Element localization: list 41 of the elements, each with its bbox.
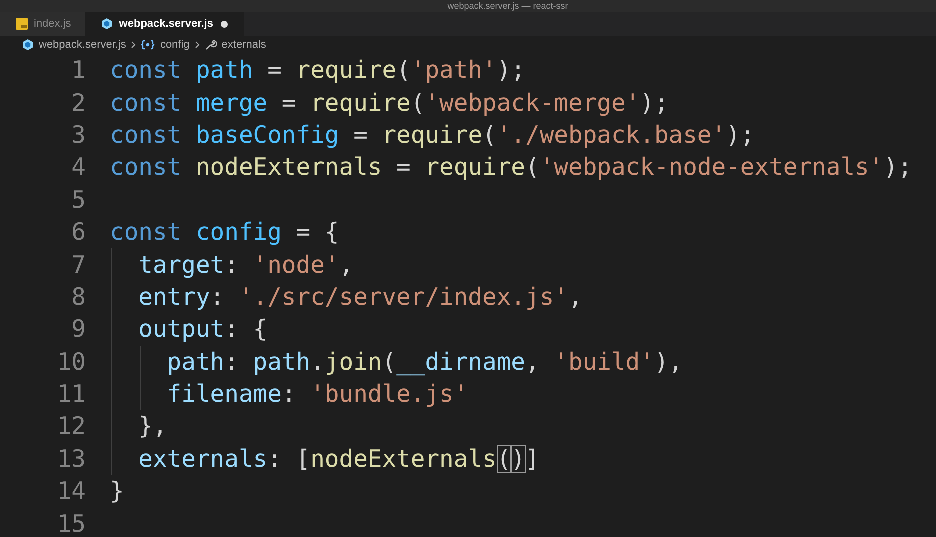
line-number: 13 — [56, 444, 86, 473]
code-line: output: { — [138, 315, 268, 344]
line-number: 8 — [70, 282, 86, 311]
code-line: }, — [138, 412, 168, 440]
code-line: externals: [nodeExternals()] — [138, 444, 540, 473]
code-line: target: 'node', — [138, 250, 354, 279]
chevron-right-icon — [131, 41, 136, 49]
line-number: 6 — [70, 218, 86, 246]
window-title: webpack.server.js — react-ssr — [448, 1, 568, 11]
line-number: 9 — [70, 315, 86, 344]
line-number: 1 — [70, 56, 86, 84]
cube-icon — [101, 18, 114, 30]
chevron-right-icon — [194, 41, 200, 49]
code-line: path: path.join(__dirname, 'build'), — [166, 348, 684, 376]
line-number: 10 — [56, 348, 86, 376]
editor-tab[interactable]: webpack.server.js — [85, 12, 244, 36]
code-line: const path = require('path'); — [110, 56, 526, 84]
line-number: 15 — [56, 510, 86, 537]
breadcrumb-item[interactable]: config — [160, 39, 190, 51]
code-line: const baseConfig = require('./webpack.base'); — [110, 120, 755, 149]
line-number: 12 — [56, 412, 86, 440]
code-line: const config = { — [110, 218, 340, 246]
code-line: entry: './src/server/index.js', — [138, 282, 583, 311]
line-number: 5 — [70, 186, 86, 214]
line-number: 14 — [56, 477, 86, 506]
line-number: 2 — [70, 88, 86, 117]
line-number: 4 — [70, 153, 86, 182]
breadcrumb-item[interactable]: webpack.server.js — [39, 39, 126, 51]
braces-icon — [141, 40, 156, 50]
code-line: const nodeExternals = require('webpack-node-externals'); — [110, 153, 912, 182]
cube-icon — [22, 39, 34, 51]
line-number: 11 — [56, 380, 86, 408]
code-line: filename: 'bundle.js' — [166, 380, 468, 408]
js-file-icon — [16, 18, 28, 30]
breadcrumb-item[interactable]: externals — [222, 39, 266, 51]
wrench-icon — [204, 39, 217, 51]
editor-tab[interactable]: index.js — [0, 12, 86, 36]
code-line: } — [110, 477, 124, 506]
line-number: 3 — [70, 120, 86, 149]
line-number: 7 — [70, 250, 86, 279]
code-line: const merge = require('webpack-merge'); — [110, 88, 669, 117]
